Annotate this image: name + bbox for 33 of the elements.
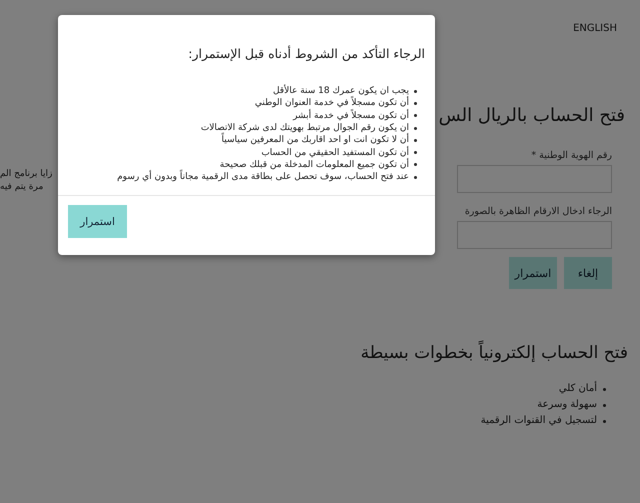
continue-button[interactable]: استمرار <box>68 205 127 238</box>
input-field[interactable] <box>457 165 612 193</box>
section-heading: فتح الحساب إلكترونياً بخطوات بسيطة <box>360 343 628 363</box>
bullet-icon <box>414 126 417 130</box>
intro-text: زايا برنامج الم <box>0 168 52 181</box>
intro-text: مرة يتم فيه <box>0 181 44 194</box>
input-field[interactable] <box>457 221 612 249</box>
cancel-button[interactable]: إلغاء <box>564 257 612 289</box>
language-link[interactable]: ENGLISH <box>573 23 617 43</box>
condition-item: عند فتح الحساب، سوف تحصل على بطاقة مدى الرقمية مجاناً وبدون أي رسوم <box>117 169 409 186</box>
bullet-icon <box>603 388 606 390</box>
bullet-icon <box>414 114 417 118</box>
step-item: لتسجيل في القنوات الرقمية <box>480 414 597 428</box>
bullet-icon <box>603 404 606 406</box>
condition-item: أن تكون جميع المعلومات المدخلة من قبلك صحيحة <box>220 158 409 172</box>
field-label: رقم الهوية الوطنية * <box>530 150 612 161</box>
step-item: أمان كلي <box>558 380 597 396</box>
bullet-icon <box>414 176 417 179</box>
condition-item: ان يكون رقم الجوال مرتبط بهويتك لدى شركة الاتصالات <box>200 122 409 134</box>
step-item: سهولة وسرعة <box>537 398 597 412</box>
condition-item: أن تكون مسجلاً في خدمة العنوان الوطني <box>254 96 409 109</box>
page-heading: فتح الحساب بالريال الس <box>438 105 625 126</box>
bullet-icon <box>414 102 417 105</box>
condition-item: يجب ان يكون عمرك 18 سنة عالأقل <box>272 84 409 96</box>
bullet-icon <box>414 90 417 93</box>
continue-button[interactable]: استمرار <box>509 257 557 289</box>
field-label: الرجاء ادخال الارقام الظاهرة بالصورة <box>464 206 612 217</box>
condition-item: أن تكون مسجلاً في خدمة أبشر <box>293 108 409 123</box>
bullet-icon <box>414 138 417 142</box>
dialog-title: الرجاء التأكد من الشروط أدناه قبل الإستمرار: <box>187 46 425 61</box>
bullet-icon <box>414 151 417 154</box>
bullet-icon <box>414 163 417 166</box>
bullet-icon <box>603 420 606 422</box>
